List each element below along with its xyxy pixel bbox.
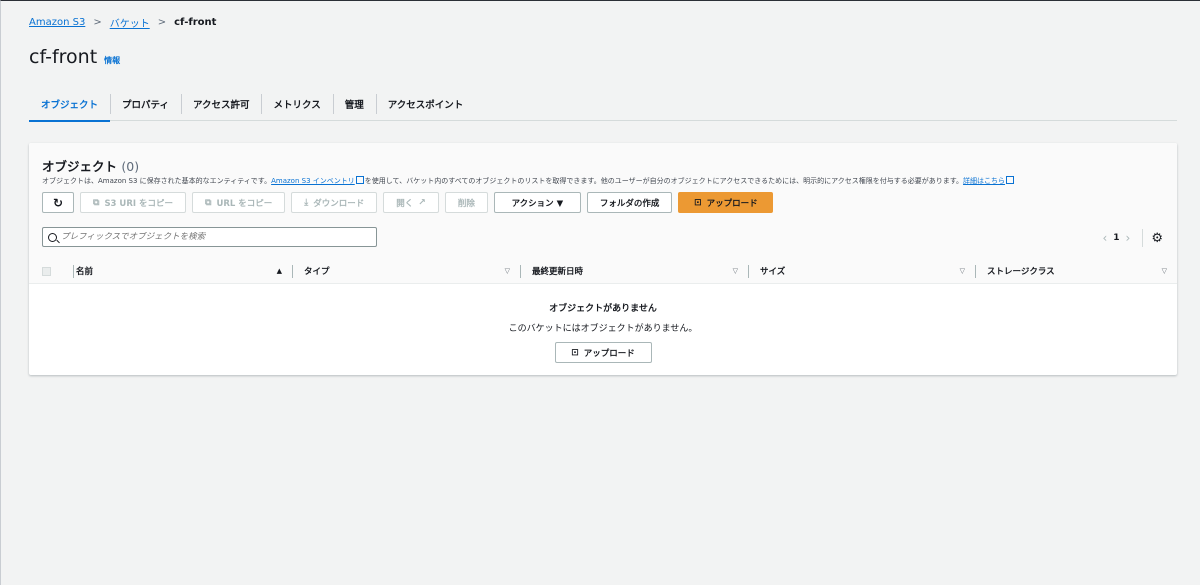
upload-label: アップロード	[706, 198, 758, 209]
column-name-label: 名前	[76, 267, 94, 277]
tab-objects[interactable]: オブジェクト	[29, 87, 111, 122]
breadcrumb-amazon-s3[interactable]: Amazon S3	[29, 17, 85, 28]
open-label: 開く	[396, 198, 414, 209]
objects-panel-header: オブジェクト (0) オブジェクトは、Amazon S3 に保存された基本的なエ…	[29, 143, 1177, 284]
sort-icon: ▽	[1161, 267, 1167, 275]
search-input[interactable]	[61, 232, 361, 242]
open-button[interactable]: 開く ↗	[383, 192, 439, 213]
copy-s3-uri-button[interactable]: ⧉ S3 URI をコピー	[80, 192, 187, 213]
copy-icon: ⧉	[205, 197, 212, 208]
desc-text-2: を使用して、バケット内のすべてのオブジェクトのリストを取得できます。他のユーザー…	[364, 177, 964, 185]
tab-properties[interactable]: プロパティ	[110, 87, 181, 121]
copy-url-button[interactable]: ⧉ URL をコピー	[192, 192, 286, 213]
external-link-icon	[1006, 176, 1015, 184]
objects-toolbar: ↻ ⧉ S3 URI をコピー ⧉ URL をコピー ⤓ ダウンロード 開く ↗ 削除 …	[42, 192, 774, 213]
tabs: オブジェクト プロパティ アクセス許可 メトリクス 管理 アクセスポイント	[29, 87, 1177, 122]
breadcrumb-buckets[interactable]: バケット	[110, 15, 150, 30]
column-type[interactable]: タイプ ▽	[292, 258, 520, 284]
search-icon	[48, 232, 57, 242]
column-storage-class[interactable]: ストレージクラス ▽	[975, 258, 1177, 284]
breadcrumb-current: cf-front	[174, 17, 217, 28]
copy-url-label: URL をコピー	[216, 198, 273, 209]
sort-icon: ▽	[504, 267, 510, 275]
tab-access-points[interactable]: アクセスポイント	[375, 87, 476, 121]
column-last-modified[interactable]: 最終更新日時 ▽	[520, 258, 748, 284]
desc-text-1: オブジェクトは、Amazon S3 に保存された基本的なエンティティです。	[42, 177, 272, 185]
chevron-right-icon: >	[157, 17, 167, 28]
empty-title: オブジェクトがありません	[549, 304, 657, 314]
objects-panel: オブジェクト (0) オブジェクトは、Amazon S3 に保存された基本的なエ…	[29, 143, 1177, 375]
page-header: cf-front 情報	[29, 46, 120, 68]
breadcrumb: Amazon S3 > バケット > cf-front	[29, 15, 216, 30]
chevron-right-icon: >	[93, 17, 102, 28]
table-header: 名前 ▲ タイプ ▽ 最終更新日時 ▽ サイズ ▽ ストレージクラス ▽	[29, 258, 1177, 284]
column-storage-class-label: ストレージクラス	[987, 267, 1055, 277]
inventory-link[interactable]: Amazon S3 インベントリ	[271, 177, 355, 185]
create-folder-button[interactable]: フォルダの作成	[586, 192, 673, 213]
upload-button[interactable]: ⊡ アップロード	[678, 192, 774, 213]
external-link-icon	[355, 176, 364, 184]
column-size-label: サイズ	[760, 267, 786, 277]
copy-icon: ⧉	[93, 197, 100, 208]
objects-title: オブジェクト (0)	[42, 156, 139, 175]
external-link-icon: ↗	[418, 197, 426, 208]
select-all-checkbox[interactable]	[42, 266, 51, 276]
empty-subtitle: このバケットにはオブジェクトがありません。	[508, 324, 698, 334]
gear-icon[interactable]: ⚙	[1151, 231, 1163, 246]
copy-s3-uri-label: S3 URI をコピー	[104, 198, 174, 209]
column-type-label: タイプ	[304, 267, 330, 277]
chevron-right-icon[interactable]: ›	[1126, 231, 1131, 245]
download-icon: ⤓	[304, 197, 309, 208]
chevron-left-icon[interactable]: ‹	[1102, 231, 1107, 245]
column-last-modified-label: 最終更新日時	[532, 267, 584, 277]
empty-state: オブジェクトがありません このバケットにはオブジェクトがありません。 ⊡ アップロ…	[29, 284, 1177, 375]
tab-management[interactable]: 管理	[332, 87, 376, 121]
sort-icon: ▽	[732, 267, 738, 275]
sort-asc-icon: ▲	[276, 267, 282, 275]
empty-upload-button[interactable]: ⊡ アップロード	[554, 342, 652, 363]
pagination: ‹ 1 › ⚙	[1096, 229, 1163, 247]
objects-count: (0)	[121, 159, 140, 174]
upload-icon: ⊡	[694, 197, 702, 208]
column-size[interactable]: サイズ ▽	[748, 258, 975, 284]
upload-icon: ⊡	[571, 347, 579, 358]
search-box	[42, 227, 377, 247]
page-number[interactable]: 1	[1113, 233, 1119, 243]
objects-title-label: オブジェクト	[42, 159, 118, 174]
delete-button[interactable]: 削除	[444, 192, 488, 213]
refresh-button[interactable]: ↻	[42, 192, 74, 213]
pager-divider	[1142, 229, 1144, 247]
download-label: ダウンロード	[313, 198, 365, 209]
page-title: cf-front	[29, 46, 98, 68]
empty-upload-label: アップロード	[583, 348, 635, 359]
objects-description: オブジェクトは、Amazon S3 に保存された基本的なエンティティです。Ama…	[42, 176, 1015, 186]
actions-dropdown[interactable]: アクション ▼	[493, 192, 581, 213]
info-link[interactable]: 情報	[104, 55, 120, 66]
learn-more-link[interactable]: 詳細はこちら	[963, 177, 1005, 185]
tab-permissions[interactable]: アクセス許可	[180, 87, 262, 121]
sort-icon: ▽	[959, 267, 965, 275]
column-name[interactable]: 名前 ▲	[73, 258, 292, 284]
select-all-cell	[29, 258, 73, 284]
download-button[interactable]: ⤓ ダウンロード	[291, 192, 378, 213]
tab-metrics[interactable]: メトリクス	[261, 87, 332, 121]
